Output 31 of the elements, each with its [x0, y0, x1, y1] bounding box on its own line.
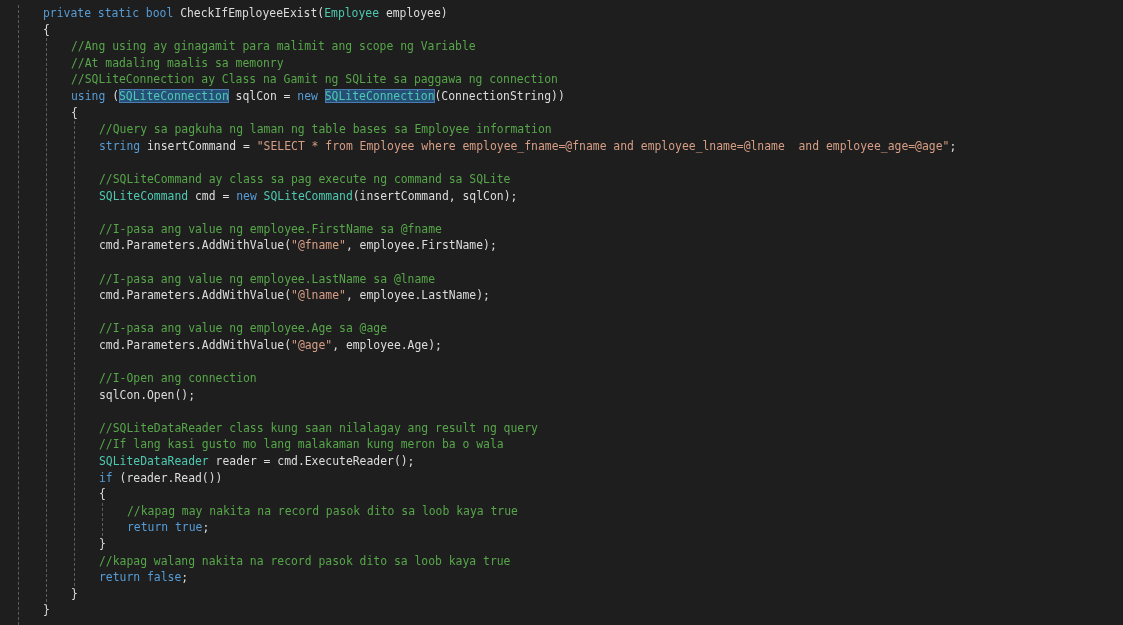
code-line: cmd.Parameters.AddWithValue("@age", employee.Age); [99, 336, 442, 354]
code-comment: //kapag walang nakita na record pasok dito sa loob kaya true [99, 552, 511, 570]
code-line: SQLiteDataReader reader = cmd.ExecuteReader(); [99, 453, 415, 470]
code-line: cmd.Parameters.AddWithValue("@lname", employee.LastName); [99, 287, 490, 304]
code-line: cmd.Parameters.AddWithValue("@fname", employee.FirstName); [99, 237, 497, 254]
code-comment: //SQLiteDataReader class kung saan nilalagay ang result ng query [99, 419, 538, 437]
code-comment: //I-pasa ang value ng employee.Age sa @age [99, 320, 388, 337]
brace: } [43, 602, 50, 619]
code-line: SQLiteCommand cmd = new SQLiteCommand(insertCommand, sqlCon); [99, 187, 518, 205]
code-comment: //Ang using ay ginagamit para malimit ang scope ng Variable [71, 38, 476, 55]
brace: } [71, 585, 78, 603]
brace: { [71, 104, 78, 122]
code-comment: //Query sa pagkuha ng laman ng table bases sa Employee information [99, 121, 552, 138]
brace: } [99, 536, 106, 553]
code-line: private static bool CheckIfEmployeeExist(Employee employee) [43, 5, 448, 22]
code-line: return false; [99, 569, 189, 586]
code-comment: //At madaling maalis sa memonry [71, 54, 284, 72]
code-comment: //I-pasa ang value ng employee.LastName sa @lname [99, 270, 436, 288]
code-line: return true; [127, 519, 210, 536]
code-comment: //SQLiteConnection ay Class na Gamit ng SQLite sa paggawa ng connection [71, 71, 558, 88]
code-comment: //I-Open ang connection [99, 370, 257, 387]
brace: { [43, 21, 50, 39]
code-line: string insertCommand = "SELECT * from Employee where employee_fname=@fname and employee_lname=@lname and employee_age=@age"; [99, 137, 957, 155]
code-comment: //If lang kasi gusto mo lang malakaman kung meron ba o wala [99, 436, 504, 454]
code-line: if (reader.Read()) [99, 469, 223, 487]
code-comment: //I-pasa ang value ng employee.FirstName sa @fname [99, 220, 442, 238]
code-line: using (SQLiteConnection sqlCon = new SQLiteConnection(ConnectionString)) [71, 87, 565, 105]
code-comment: //kapag may nakita na record pasok dito sa loob kaya true [127, 502, 518, 520]
code-comment: //SQLiteCommand ay class sa pag execute ng command sa SQLite [99, 170, 511, 188]
brace: { [99, 486, 106, 503]
code-line: sqlCon.Open(); [99, 386, 195, 404]
